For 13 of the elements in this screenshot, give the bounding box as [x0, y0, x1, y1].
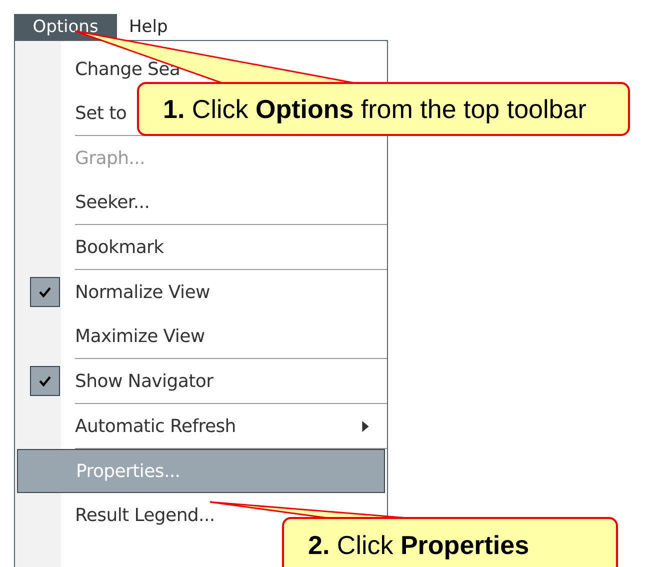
menu-item[interactable]: Show Navigator: [17, 359, 385, 403]
menu-bar-item[interactable]: Help: [117, 14, 180, 40]
menu-item[interactable]: Seeker...: [17, 180, 385, 224]
callout-text: 1. Click Options from the top toolbar: [163, 94, 586, 124]
callout-text: 2. Click Properties: [308, 530, 530, 561]
menu-item[interactable]: Maximize View: [17, 314, 385, 358]
menu-item[interactable]: Automatic Refresh: [17, 404, 385, 448]
menu-item[interactable]: Bookmark: [17, 225, 385, 269]
submenu-arrow-icon: [362, 420, 369, 432]
menu-item[interactable]: Normalize View: [17, 270, 385, 314]
checkmark-icon: [30, 277, 60, 307]
menu-bar-item[interactable]: Options: [14, 14, 117, 40]
checkmark-icon: [30, 366, 60, 396]
